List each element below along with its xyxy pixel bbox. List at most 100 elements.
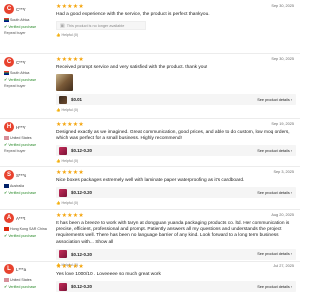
product-thumbnail <box>59 282 67 291</box>
product-price: $0.12-0.20 <box>71 251 92 257</box>
review-photo[interactable] <box>56 74 73 92</box>
review-text: It has been a breeze to work with taryn … <box>56 221 290 245</box>
reviewer-name: S***s <box>16 172 27 178</box>
thumbs-up-icon: 👍 <box>56 159 61 164</box>
review-date: Sep 3, 2025 <box>273 170 294 174</box>
unavailable-product-box: ▣ This product is no longer available <box>56 21 146 31</box>
divider <box>0 166 300 167</box>
check-icon: ✔ <box>4 77 8 82</box>
avatar: C <box>4 4 14 14</box>
reviewer-info: C C***r South Africa ✔ Verified purchase … <box>4 57 54 88</box>
verified-badge: ✔ Verified purchase <box>4 142 37 147</box>
product-price: $0.01 <box>71 97 82 103</box>
verified-badge: ✔ Verified purchase <box>4 24 37 29</box>
review-date: Sep 19, 2025 <box>271 122 294 126</box>
flag-icon <box>4 227 9 231</box>
verified-badge: ✔ Verified purchase <box>4 190 37 195</box>
flag-icon <box>4 278 9 282</box>
see-product-details-link[interactable]: See product details › <box>257 252 292 256</box>
see-product-details-link[interactable]: See product details › <box>257 98 292 102</box>
product-bar[interactable]: $0.12-0.20 See product details › <box>56 145 296 157</box>
product-bar[interactable]: $0.12-0.20 See product details › <box>56 281 296 293</box>
helpful-button[interactable]: 👍 Helpful (0) <box>56 33 296 37</box>
review-content: ★★★★★ Sep 30, 2025 Received prompt servi… <box>56 57 296 112</box>
rating-stars: ★★★★★ <box>56 264 84 270</box>
review-text: Had a good experience with the service, … <box>56 12 210 17</box>
check-icon: ✔ <box>4 233 8 238</box>
helpful-button[interactable]: 👍 Helpful (0) <box>56 159 296 163</box>
review-text: Received prompt service and very satisfi… <box>56 65 208 70</box>
reviewer-country: Australia <box>4 184 54 188</box>
reviewer-country: South Africa <box>4 18 54 22</box>
review-date: Sep 30, 2025 <box>271 57 294 61</box>
product-thumbnail <box>59 95 67 104</box>
product-bar[interactable]: $0.01 See product details › <box>56 94 296 106</box>
product-bar[interactable]: $0.12-0.20 See product details › <box>56 187 296 199</box>
reviewer-name: C***r <box>16 6 26 12</box>
repeat-buyer-label: Repeat buyer <box>4 31 26 35</box>
product-price: $0.12-0.20 <box>71 284 92 290</box>
product-price: $0.12-0.20 <box>71 148 92 154</box>
see-product-details-link[interactable]: See product details › <box>257 285 292 289</box>
rating-stars: ★★★★★ <box>56 57 84 63</box>
verified-badge: ✔ Verified purchase <box>4 233 37 238</box>
avatar: A <box>4 213 14 223</box>
chevron-right-icon: › <box>290 252 292 257</box>
review-text: Yes love 1000/10 . Loveeeee so much grea… <box>56 272 161 277</box>
review-date: Aug 20, 2025 <box>271 213 294 217</box>
avatar: C <box>4 57 14 67</box>
reviewer-info: S S***s Australia ✔ Verified purchase <box>4 170 54 195</box>
flag-icon <box>4 136 9 140</box>
avatar: L <box>4 264 14 274</box>
divider <box>0 209 300 210</box>
thumbs-up-icon: 👍 <box>56 201 61 206</box>
rating-stars: ★★★★★ <box>56 4 84 10</box>
reviewer-name: L***a <box>16 266 27 272</box>
reviewer-country: South Africa <box>4 71 54 75</box>
see-product-details-link[interactable]: See product details › <box>257 191 292 195</box>
helpful-button[interactable]: 👍 Helpful (0) <box>56 201 296 205</box>
product-bar[interactable]: $0.12-0.20 See product details › <box>56 248 296 260</box>
check-icon: ✔ <box>4 284 8 289</box>
check-icon: ✔ <box>4 142 8 147</box>
reviewer-country: United States <box>4 278 54 282</box>
reviewer-info: L L***a United States ✔ Verified purchase <box>4 264 54 289</box>
reviewer-country: United States <box>4 136 54 140</box>
reviewer-country: Hong Kong SAR China <box>4 227 54 231</box>
reviewer-info: H H***r United States ✔ Verified purchase… <box>4 122 54 153</box>
product-thumbnail <box>59 188 67 197</box>
review-text: Designed exactly as we imagined. Great c… <box>56 130 290 142</box>
verified-badge: ✔ Verified purchase <box>4 77 37 82</box>
repeat-buyer-label: Repeat buyer <box>4 149 26 153</box>
reviewer-name: H***r <box>16 124 26 130</box>
repeat-buyer-label: Repeat buyer <box>4 84 26 88</box>
chevron-right-icon: › <box>290 148 292 153</box>
avatar: H <box>4 122 14 132</box>
image-off-icon: ▣ <box>60 22 65 29</box>
flag-icon <box>4 184 9 188</box>
avatar: S <box>4 170 14 180</box>
review-date: Sep 30, 2025 <box>271 4 294 8</box>
divider <box>0 118 300 119</box>
rating-stars: ★★★★★ <box>56 213 84 219</box>
verified-badge: ✔ Verified purchase <box>4 284 37 289</box>
check-icon: ✔ <box>4 190 8 195</box>
thumbs-up-icon: 👍 <box>56 33 61 38</box>
divider <box>0 261 300 262</box>
chevron-right-icon: › <box>290 190 292 195</box>
review-content: ★★★★★ Aug 20, 2025 It has been a breeze … <box>56 213 296 267</box>
review-content: ★★★★★ Sep 19, 2025 Designed exactly as w… <box>56 122 296 163</box>
divider <box>0 53 300 54</box>
reviewer-name: A***t <box>16 215 26 221</box>
product-thumbnail <box>59 146 67 155</box>
chevron-right-icon: › <box>290 284 292 289</box>
chevron-right-icon: › <box>290 97 292 102</box>
rating-stars: ★★★★★ <box>56 170 84 176</box>
see-product-details-link[interactable]: See product details › <box>257 149 292 153</box>
helpful-button[interactable]: 👍 Helpful (0) <box>56 108 296 112</box>
check-icon: ✔ <box>4 24 8 29</box>
product-thumbnail <box>59 250 67 259</box>
review-date: Jul 27, 2025 <box>273 264 294 268</box>
product-price: $0.12-0.20 <box>71 190 92 196</box>
flag-icon <box>4 18 9 22</box>
